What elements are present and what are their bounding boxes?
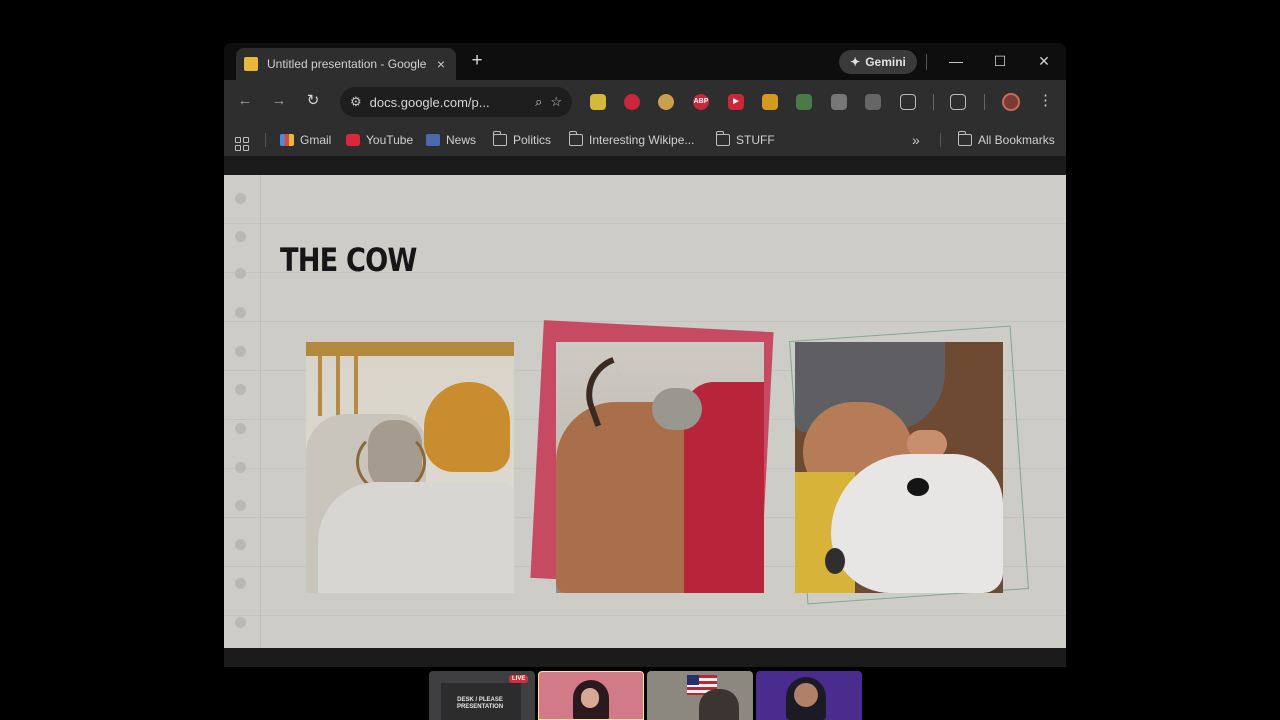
participant-tile-screen[interactable]: DESK / PLEASE PRESENTATION LIVE <box>429 671 535 720</box>
bookmarks-bar: Gmail YouTube News Politics Interesting … <box>224 123 1066 157</box>
reading-mode-icon[interactable] <box>950 94 966 110</box>
bookmarks-divider-2 <box>940 133 941 147</box>
toolbar-divider <box>933 94 934 110</box>
presentation-area: THE COW <box>224 158 1066 667</box>
participant-tile-2[interactable] <box>538 671 644 720</box>
bookmarks-overflow-icon[interactable]: » <box>912 132 920 148</box>
extension-green-icon[interactable] <box>796 94 812 110</box>
extension-screenshot-icon[interactable] <box>831 94 847 110</box>
bookmark-star-icon[interactable]: ☆ <box>550 94 562 110</box>
participant-tile-4[interactable] <box>756 671 862 720</box>
bookmark-label: News <box>446 133 477 147</box>
back-button[interactable]: ← <box>236 92 254 110</box>
site-settings-icon[interactable]: ⚙ <box>350 94 362 110</box>
binder-hole <box>235 307 246 318</box>
extension-camera-icon[interactable] <box>865 94 881 110</box>
bookmark-stuff[interactable]: STUFF <box>715 130 775 150</box>
close-window-button[interactable]: ✕ <box>1032 51 1056 71</box>
extension-red-icon[interactable] <box>624 94 640 110</box>
browser-window: Untitled presentation - Google Slides × … <box>224 43 1066 667</box>
extensions-puzzle-icon[interactable] <box>900 94 916 110</box>
bookmark-label: STUFF <box>736 133 775 147</box>
profile-avatar[interactable] <box>1002 93 1020 111</box>
youtube-icon <box>346 134 360 146</box>
maximize-button[interactable]: ☐ <box>988 51 1012 71</box>
slide-title[interactable]: THE COW <box>280 241 417 279</box>
extension-adblock-icon[interactable]: ABP <box>693 94 709 110</box>
participant-tile-3[interactable] <box>647 671 753 720</box>
tab-strip: Untitled presentation - Google Slides × … <box>224 43 1066 80</box>
toolbar-divider-2 <box>984 94 985 110</box>
folder-icon <box>568 131 583 146</box>
photo-woman-with-cow[interactable] <box>556 342 764 593</box>
tabstrip-divider <box>926 54 927 70</box>
bookmark-interesting-wikipedia[interactable]: Interesting Wikipe... <box>568 130 695 150</box>
folder-icon <box>715 131 730 146</box>
browser-toolbar: ← → ↻ ⚙ docs.google.com/p... ⌕ ☆ ABP ▶ ⋮ <box>224 80 1066 123</box>
url-text[interactable]: docs.google.com/p... <box>370 95 527 110</box>
bookmark-politics[interactable]: Politics <box>492 130 552 150</box>
gemini-button[interactable]: ✦ Gemini <box>839 50 917 74</box>
binder-hole <box>235 231 246 242</box>
binder-hole <box>235 193 246 204</box>
forward-button[interactable]: → <box>270 92 288 110</box>
extension-tool-icon[interactable] <box>762 94 778 110</box>
binder-hole <box>235 500 246 511</box>
gemini-spark-icon: ✦ <box>850 55 861 69</box>
apps-grid-icon[interactable] <box>235 137 249 151</box>
tab-title: Untitled presentation - Google Slides <box>267 57 428 71</box>
slides-favicon-icon <box>244 57 258 71</box>
bookmark-label: Interesting Wikipe... <box>589 133 695 147</box>
tab-slides[interactable]: Untitled presentation - Google Slides × <box>236 48 456 80</box>
new-tab-button[interactable]: + <box>467 51 487 71</box>
address-bar[interactable]: ⚙ docs.google.com/p... ⌕ ☆ <box>340 87 572 117</box>
folder-icon <box>492 131 507 146</box>
extension-notes-icon[interactable] <box>590 94 606 110</box>
tab-close-icon[interactable]: × <box>434 56 448 72</box>
binder-hole <box>235 268 246 279</box>
slide[interactable]: THE COW <box>224 175 1066 648</box>
reload-button[interactable]: ↻ <box>304 92 322 110</box>
gmail-icon <box>280 134 294 146</box>
live-badge: LIVE <box>509 675 529 683</box>
browser-menu-button[interactable]: ⋮ <box>1038 92 1053 110</box>
news-icon <box>426 134 440 146</box>
binder-hole <box>235 384 246 395</box>
binder-hole <box>235 539 246 550</box>
extension-youtube-icon[interactable]: ▶ <box>728 94 744 110</box>
bookmarks-divider <box>265 133 266 147</box>
binder-hole <box>235 462 246 473</box>
all-bookmarks[interactable]: All Bookmarks <box>957 130 1055 150</box>
zoom-icon[interactable]: ⌕ <box>535 94 542 110</box>
participant-face <box>581 688 599 708</box>
bookmark-youtube[interactable]: YouTube <box>346 130 413 150</box>
folder-icon <box>957 131 972 146</box>
participant-face <box>794 683 818 707</box>
photo-man-with-cow[interactable] <box>306 342 514 593</box>
binder-hole <box>235 578 246 589</box>
bookmark-label: Politics <box>513 133 552 147</box>
participant-avatar <box>699 689 739 720</box>
binder-hole <box>235 346 246 357</box>
bookmark-label: YouTube <box>366 133 414 147</box>
bookmark-label: Gmail <box>300 133 332 147</box>
photo-girl-with-calf[interactable] <box>795 342 1003 593</box>
binder-hole <box>235 617 246 628</box>
bookmark-gmail[interactable]: Gmail <box>280 130 331 150</box>
bookmark-news[interactable]: News <box>426 130 476 150</box>
screen-share-text: DESK / PLEASE PRESENTATION <box>456 697 504 710</box>
gemini-label: Gemini <box>865 55 906 69</box>
minimize-button[interactable]: — <box>944 51 968 71</box>
binder-hole <box>235 423 246 434</box>
extension-globe-icon[interactable] <box>658 94 674 110</box>
margin-line <box>260 175 261 648</box>
all-bookmarks-label: All Bookmarks <box>978 133 1055 147</box>
